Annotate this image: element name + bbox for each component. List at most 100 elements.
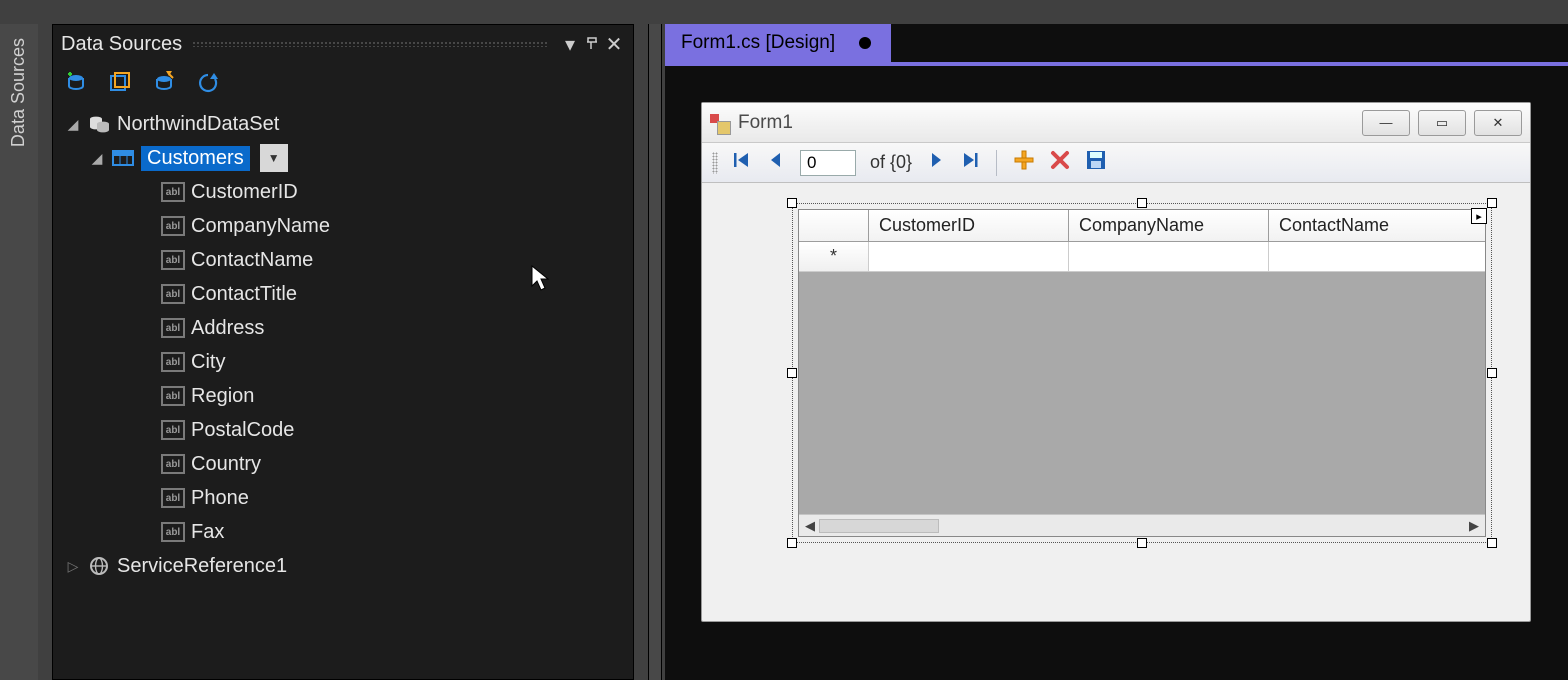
tree-node-column[interactable]: ablCity bbox=[61, 345, 633, 379]
text-field-icon: abl bbox=[161, 522, 185, 542]
chevron-down-icon[interactable]: ◢ bbox=[89, 150, 105, 166]
tree-node-dataset[interactable]: ◢ NorthwindDataSet bbox=[61, 107, 633, 141]
maximize-button[interactable]: ▭ bbox=[1418, 110, 1466, 136]
close-button[interactable]: ✕ bbox=[1474, 110, 1522, 136]
refresh-icon[interactable] bbox=[195, 70, 221, 96]
resize-handle[interactable] bbox=[787, 538, 797, 548]
tree-node-column[interactable]: abl CompanyName bbox=[61, 209, 633, 243]
tree-node-label: Region bbox=[191, 385, 254, 408]
tab-accent-bar bbox=[665, 62, 1568, 66]
scroll-thumb[interactable] bbox=[819, 519, 939, 533]
form-title: Form1 bbox=[738, 112, 1352, 134]
service-reference-icon bbox=[87, 555, 111, 577]
edit-dataset-icon[interactable] bbox=[107, 70, 133, 96]
binding-navigator: of {0} bbox=[702, 143, 1530, 183]
form-titlebar: Form1 — ▭ ✕ bbox=[702, 103, 1530, 143]
resize-handle[interactable] bbox=[1487, 368, 1497, 378]
datagrid-new-row[interactable]: * bbox=[799, 242, 1485, 272]
resize-handle[interactable] bbox=[1137, 198, 1147, 208]
move-next-icon[interactable] bbox=[926, 151, 946, 174]
separator bbox=[996, 150, 997, 176]
panel-header: Data Sources ▾ ✕ bbox=[53, 25, 633, 63]
data-sources-vertical-tab[interactable]: Data Sources bbox=[6, 32, 31, 153]
panel-toolbar bbox=[53, 63, 633, 103]
scroll-left-icon[interactable]: ◀ bbox=[805, 518, 815, 534]
tree-node-label: ContactName bbox=[191, 249, 313, 272]
form-app-icon bbox=[710, 114, 728, 132]
tree-node-label: CompanyName bbox=[191, 215, 330, 238]
configure-source-icon[interactable] bbox=[151, 70, 177, 96]
panel-grip[interactable] bbox=[192, 41, 549, 47]
move-last-icon[interactable] bbox=[960, 151, 980, 174]
scroll-right-icon[interactable]: ▶ bbox=[1469, 518, 1479, 534]
tree-node-label: ServiceReference1 bbox=[117, 555, 287, 578]
data-sources-panel: Data Sources ▾ ✕ ◢ NorthwindDataSet bbox=[52, 24, 634, 680]
close-panel-icon[interactable]: ✕ bbox=[603, 32, 625, 57]
save-icon[interactable] bbox=[1085, 149, 1107, 176]
document-tab-row: Form1.cs [Design] bbox=[665, 24, 1568, 62]
tree-node-label: Phone bbox=[191, 487, 249, 510]
text-field-icon: abl bbox=[161, 454, 185, 474]
pin-icon[interactable] bbox=[581, 33, 603, 56]
row-header-corner[interactable] bbox=[799, 210, 869, 241]
tree-node-label: City bbox=[191, 351, 225, 374]
resize-handle[interactable] bbox=[787, 198, 797, 208]
add-new-icon[interactable] bbox=[1013, 149, 1035, 176]
panel-splitter[interactable] bbox=[648, 24, 662, 680]
datagrid-cell[interactable] bbox=[1069, 242, 1269, 271]
tree-node-column[interactable]: abl Address bbox=[61, 311, 633, 345]
tree-node-column[interactable]: abl Fax bbox=[61, 515, 633, 549]
resize-handle[interactable] bbox=[1487, 198, 1497, 208]
resize-handle[interactable] bbox=[1487, 538, 1497, 548]
minimize-button[interactable]: — bbox=[1362, 110, 1410, 136]
tree-node-column[interactable]: abl Phone bbox=[61, 481, 633, 515]
datagrid-cell[interactable] bbox=[1269, 242, 1485, 271]
column-header[interactable]: ContactName bbox=[1269, 210, 1485, 241]
column-header[interactable]: CustomerID bbox=[869, 210, 1069, 241]
text-field-icon: abl bbox=[161, 488, 185, 508]
tree-node-label: NorthwindDataSet bbox=[117, 113, 279, 136]
move-previous-icon[interactable] bbox=[766, 151, 786, 174]
chevron-down-icon[interactable]: ◢ bbox=[65, 116, 81, 132]
tree-node-customers[interactable]: ◢ Customers ▼ bbox=[61, 141, 633, 175]
column-header[interactable]: CompanyName bbox=[1069, 210, 1269, 241]
text-field-icon: abl bbox=[161, 216, 185, 236]
tree-node-column[interactable]: abl CustomerID bbox=[61, 175, 633, 209]
datagrid-header: CustomerID CompanyName ContactName bbox=[799, 210, 1485, 242]
tree-node-label: CustomerID bbox=[191, 181, 298, 204]
tree-node-label: Address bbox=[191, 317, 264, 340]
tree-node-column[interactable]: abl Country bbox=[61, 447, 633, 481]
panel-dropdown-icon[interactable]: ▾ bbox=[559, 32, 581, 57]
resize-handle[interactable] bbox=[1137, 538, 1147, 548]
toolbar-grip-icon[interactable] bbox=[712, 152, 718, 174]
new-row-indicator: * bbox=[799, 242, 869, 271]
smart-tag-icon[interactable]: ▸ bbox=[1471, 208, 1487, 224]
text-field-icon: abl bbox=[161, 182, 185, 202]
tree-node-column[interactable]: abl Region bbox=[61, 379, 633, 413]
tree-node-label: PostalCode bbox=[191, 419, 294, 442]
horizontal-scrollbar[interactable]: ◀ ▶ bbox=[799, 514, 1485, 536]
datagrid-cell[interactable] bbox=[869, 242, 1069, 271]
resize-handle[interactable] bbox=[787, 368, 797, 378]
datagridview[interactable]: ▸ CustomerID CompanyName ContactName * ◀ bbox=[798, 209, 1486, 537]
tree-node-column[interactable]: ablPostalCode bbox=[61, 413, 633, 447]
tool-window-rail: Data Sources bbox=[0, 24, 38, 680]
document-tab-label: Form1.cs [Design] bbox=[681, 32, 835, 54]
delete-icon[interactable] bbox=[1049, 149, 1071, 176]
text-field-icon: abl bbox=[161, 386, 185, 406]
move-first-icon[interactable] bbox=[732, 151, 752, 174]
chevron-right-icon[interactable]: ▷ bbox=[65, 558, 81, 574]
tree-node-service-reference: ▷ ServiceReference1 bbox=[61, 549, 633, 583]
text-field-icon: abl bbox=[161, 318, 185, 338]
drop-control-chevron-down-icon[interactable]: ▼ bbox=[260, 144, 288, 172]
datagrid-selection[interactable]: ▸ CustomerID CompanyName ContactName * ◀ bbox=[792, 203, 1492, 543]
document-tab-form1[interactable]: Form1.cs [Design] bbox=[665, 24, 891, 62]
position-input[interactable] bbox=[800, 150, 856, 176]
datagrid-body[interactable] bbox=[799, 272, 1485, 514]
panel-title: Data Sources bbox=[61, 33, 182, 56]
tree-node-label: Fax bbox=[191, 521, 224, 544]
add-data-source-icon[interactable] bbox=[63, 70, 89, 96]
count-label: of {0} bbox=[870, 152, 912, 173]
form-design-surface[interactable]: Form1 — ▭ ✕ of {0} bbox=[701, 102, 1531, 622]
tree-node-label: Country bbox=[191, 453, 261, 476]
